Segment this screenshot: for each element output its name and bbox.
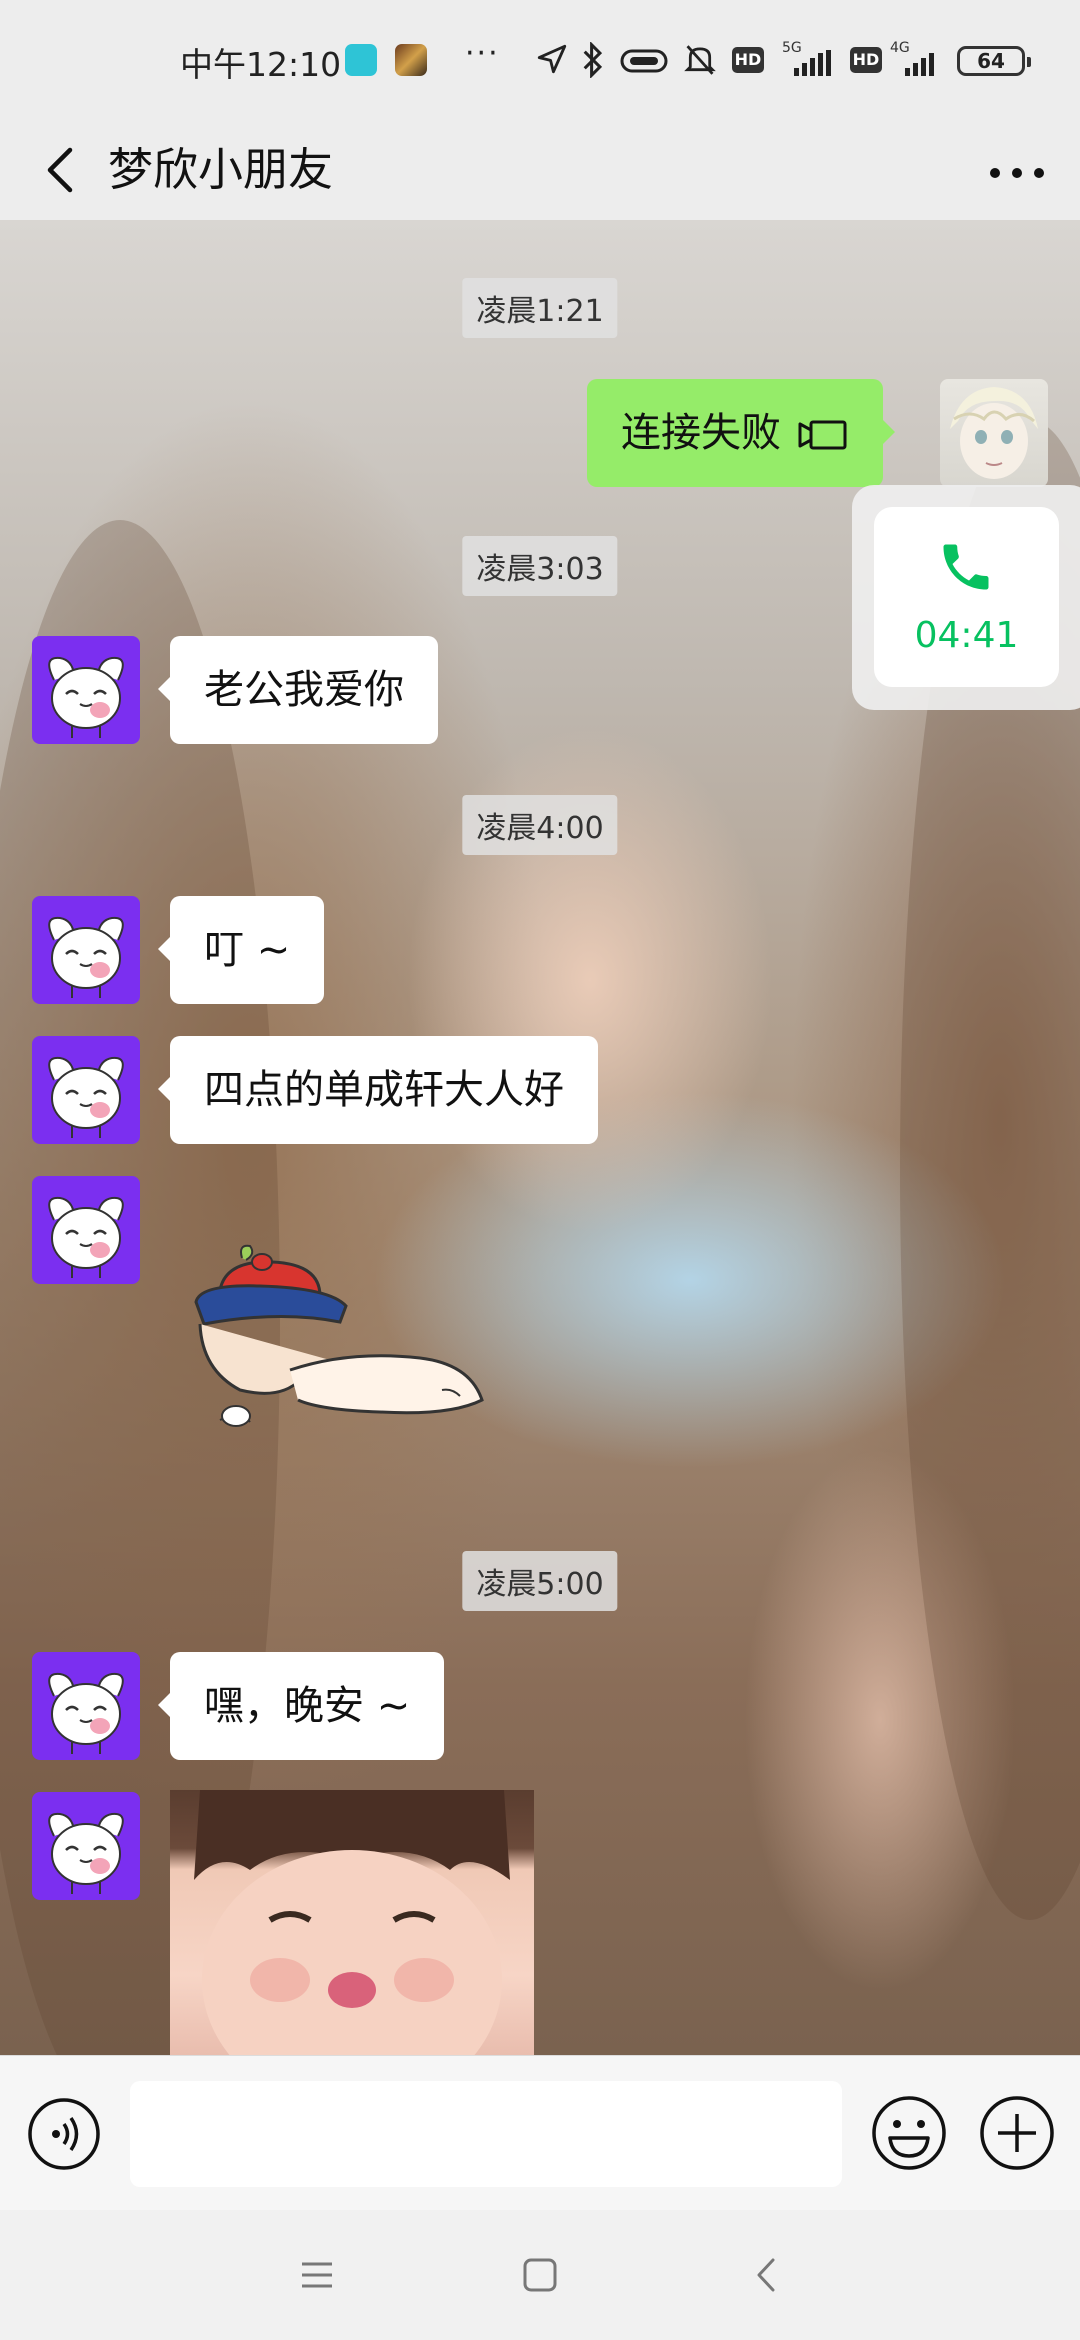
message-text: 叮 ~ xyxy=(204,927,291,973)
contact-avatar[interactable] xyxy=(32,896,140,1004)
more-options-icon[interactable] xyxy=(984,148,1050,198)
status-time: 中午12:10 xyxy=(180,45,342,84)
my-avatar[interactable] xyxy=(940,379,1048,487)
timestamp: 凌晨1:21 xyxy=(462,278,618,338)
hd-badge-2: HD xyxy=(850,47,882,73)
chat-header: 梦欣小朋友 xyxy=(0,120,1080,220)
signal-icon-1 xyxy=(794,50,831,76)
video-call-icon xyxy=(798,420,847,450)
status-overflow-icon: ··· xyxy=(465,36,500,71)
system-navigation-bar xyxy=(0,2210,1080,2340)
incoming-message[interactable]: 老公我爱你 xyxy=(158,636,438,744)
home-nav-icon[interactable] xyxy=(513,2248,567,2302)
location-app-icon xyxy=(345,44,377,76)
phone-call-icon xyxy=(943,544,989,590)
bluetooth-icon xyxy=(583,42,603,78)
outgoing-call-message[interactable]: 连接失败 xyxy=(587,379,895,487)
voice-input-icon[interactable] xyxy=(26,2096,102,2172)
cartoon-dog-avatar-icon xyxy=(48,1672,124,1754)
contact-avatar[interactable] xyxy=(32,1176,140,1284)
timestamp: 凌晨4:00 xyxy=(462,795,618,855)
incoming-message[interactable]: 嘿，晚安 ~ xyxy=(157,1652,445,1760)
cartoon-dog-avatar-icon xyxy=(48,1196,124,1278)
contact-avatar[interactable] xyxy=(32,1792,140,1900)
contact-avatar[interactable] xyxy=(32,1652,140,1760)
message-text: 老公我爱你 xyxy=(204,667,404,713)
add-more-icon[interactable] xyxy=(978,2094,1056,2172)
emoji-icon[interactable] xyxy=(870,2094,948,2172)
cartoon-dog-avatar-icon xyxy=(48,656,124,738)
image-message[interactable] xyxy=(170,1790,534,2055)
incoming-message[interactable]: 叮 ~ xyxy=(157,896,325,1004)
status-bar: 中午12:10 ··· HD 5G HD 4G 64 xyxy=(0,0,1080,120)
menu-nav-icon[interactable] xyxy=(290,2248,344,2302)
game-app-icon xyxy=(395,44,427,76)
location-arrow-icon xyxy=(537,44,567,74)
contact-avatar[interactable] xyxy=(32,1036,140,1144)
call-duration: 04:41 xyxy=(914,615,1019,656)
timestamp: 凌晨3:03 xyxy=(462,536,618,596)
anime-boy-avatar-icon xyxy=(950,387,1038,479)
battery-indicator: 64 xyxy=(957,46,1031,76)
call-status-text: 连接失败 xyxy=(621,410,781,456)
sticker-lying-baby-icon[interactable] xyxy=(180,1240,500,1480)
message-text-input[interactable] xyxy=(130,2081,842,2187)
signal-icon-2 xyxy=(905,53,934,76)
chat-title: 梦欣小朋友 xyxy=(108,143,334,196)
wechat-chat-screen: 中午12:10 ··· HD 5G HD 4G 64 梦欣小朋友 凌晨1:21 … xyxy=(0,0,1080,2340)
chat-background: 凌晨1:21 连接失败 04:41 凌晨3:03 老公我爱你 凌晨4:00 叮 … xyxy=(0,220,1080,2055)
message-input-bar xyxy=(0,2055,1080,2211)
contact-avatar[interactable] xyxy=(32,636,140,744)
cartoon-dog-avatar-icon xyxy=(48,1056,124,1138)
hd-badge-1: HD xyxy=(732,47,764,73)
back-nav-icon[interactable] xyxy=(740,2248,794,2302)
message-text: 嘿，晚安 ~ xyxy=(204,1683,411,1729)
call-window-card: 04:41 xyxy=(874,507,1059,687)
baby-face-photo-icon xyxy=(194,1790,510,2055)
timestamp: 凌晨5:00 xyxy=(462,1551,618,1611)
back-arrow-icon[interactable] xyxy=(32,130,92,210)
floating-call-window[interactable]: 04:41 xyxy=(852,485,1080,710)
vibrate-icon xyxy=(620,49,668,73)
incoming-message[interactable]: 四点的单成轩大人好 xyxy=(158,1036,598,1144)
cartoon-dog-avatar-icon xyxy=(48,916,124,998)
mute-bell-icon xyxy=(684,45,716,75)
cartoon-dog-avatar-icon xyxy=(48,1812,124,1894)
message-text: 四点的单成轩大人好 xyxy=(204,1067,564,1113)
